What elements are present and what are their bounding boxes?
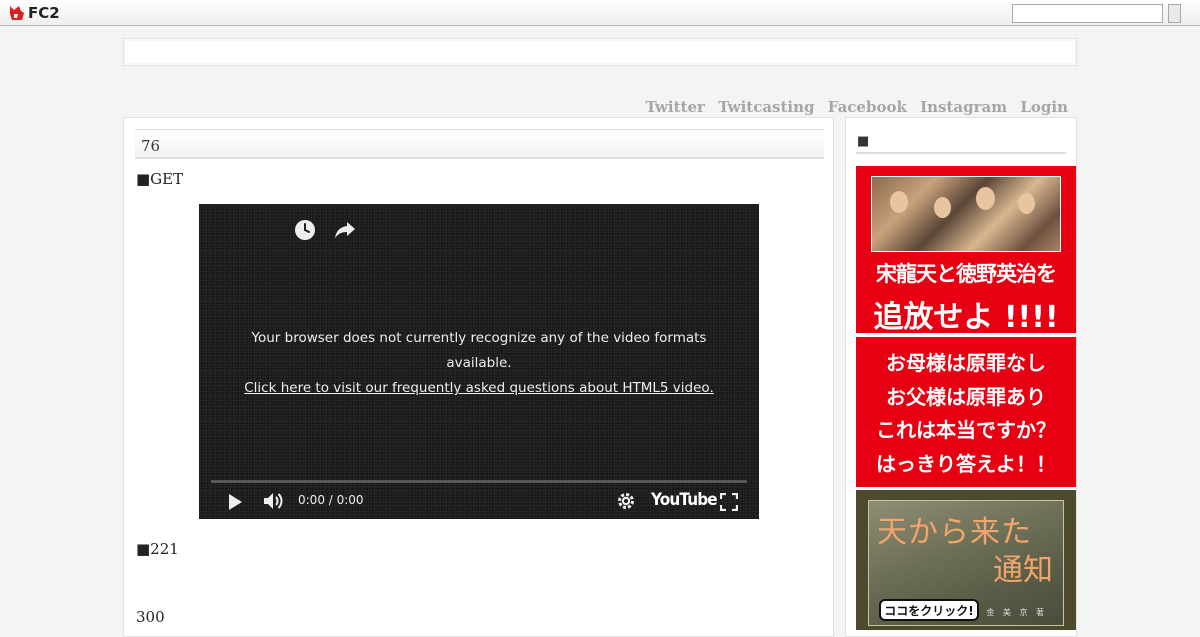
player-time: 0:00 / 0:00 [298,493,364,507]
ad1-line-2: 追放せよ !!!! [873,300,1059,335]
youtube-logo[interactable]: YouTube [651,490,718,510]
sidebar-heading-text: ■ [857,134,870,149]
sidebar-ad-banner-2[interactable]: お母様は原罪なし お父様は原罪あり これは本当ですか？ はっきり答えよ！！ [856,337,1076,487]
fullscreen-icon[interactable] [720,493,738,511]
fc2-logo-text: FC2 [28,4,60,22]
nav-link-twitcasting[interactable]: Twitcasting [718,98,814,116]
fc2-logo[interactable]: FC2 [8,4,64,22]
post-title[interactable]: 76 [141,137,160,155]
ad2-line-3: これは本当ですか？ [876,418,1056,442]
share-icon[interactable] [334,220,356,240]
ad3-book-cover: 天から来た 通知 ココをクリック! 金 美 京 著 [868,500,1064,626]
player-progress-bar[interactable] [211,480,747,483]
html5-faq-link[interactable]: Click here to visit our frequently asked… [239,376,719,401]
post-text-300: 300 [136,608,165,626]
ad3-title-2: 通知 [993,553,1053,588]
sidebar-ad-banner-3[interactable]: 天から来た 通知 ココをクリック! 金 美 京 著 [856,490,1076,630]
sidebar-heading: ■ [856,134,1066,154]
video-player[interactable]: Your browser does not currently recogniz… [199,204,759,519]
player-error-text: Your browser does not currently recogniz… [251,330,707,371]
ad3-click-button[interactable]: ココをクリック! [879,599,979,621]
ad-banner-photo [871,176,1061,252]
player-error-message: Your browser does not currently recogniz… [239,326,719,401]
fc2-header-bar: FC2 [0,0,1200,26]
settings-gear-icon[interactable] [617,492,635,510]
watch-later-icon[interactable] [294,219,316,241]
ad2-line-1: お母様は原罪なし [886,351,1046,375]
ad2-line-2: お父様は原罪あり [886,384,1046,409]
main-content: 76 ■GET Your browser does not currently … [123,117,834,637]
ad2-line-4: はっきり答えよ！！ [876,451,1056,476]
header-search-button[interactable] [1168,4,1181,23]
sidebar: ■ 宋龍天と徳野英治を 追放せよ !!!! お母様は原罪なし お父様は原罪あり … [845,117,1077,637]
volume-icon[interactable] [263,491,285,511]
fc2-fox-icon [10,6,24,20]
post-text-221: ■221 [136,540,179,558]
post-text-get: ■GET [136,170,184,188]
blog-nav-links: Twitter Twitcasting Facebook Instagram L… [637,98,1068,118]
nav-link-instagram[interactable]: Instagram [920,98,1007,116]
nav-link-twitter[interactable]: Twitter [645,98,704,116]
ad1-line-1: 宋龍天と徳野英治を [876,262,1057,286]
nav-link-facebook[interactable]: Facebook [828,98,907,116]
sidebar-ad-banner-1[interactable]: 宋龍天と徳野英治を 追放せよ !!!! [856,166,1076,335]
header-search-input[interactable] [1012,4,1163,23]
ad3-author: 金 美 京 著 [986,608,1047,617]
play-icon[interactable] [227,493,243,511]
post-title-bar: 76 [135,129,824,159]
top-banner-box [123,38,1077,66]
nav-link-login[interactable]: Login [1020,98,1068,116]
